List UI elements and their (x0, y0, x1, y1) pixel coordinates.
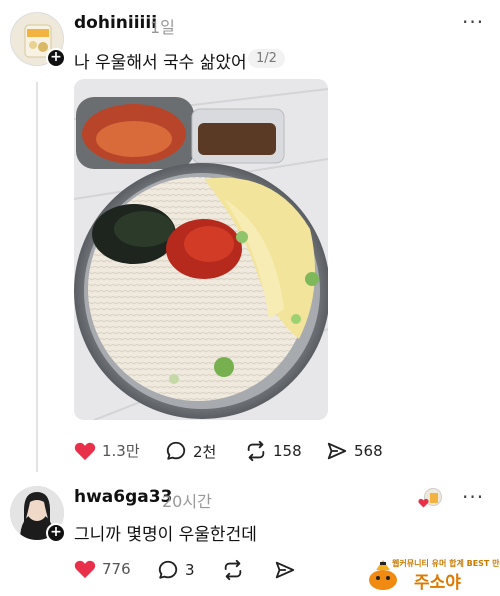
post-text: 나 우울해서 국수 삶았어 (74, 53, 247, 73)
reply-comment-count: 3 (185, 561, 195, 579)
heart-icon (74, 442, 96, 460)
site-watermark: 웹커뮤니티 유머 합계 BEST 만큼 주소야 (366, 556, 500, 593)
repost-icon (247, 440, 265, 462)
thread-line (36, 82, 38, 472)
like-count: 1.3만 (102, 442, 140, 460)
image-counter: 1/2 (248, 49, 285, 68)
repost-button[interactable]: 158 (245, 440, 302, 462)
reply-like-button[interactable]: 776 (74, 559, 131, 579)
comment-icon (158, 560, 178, 579)
send-icon (275, 561, 295, 579)
follow-plus-button[interactable]: + (46, 48, 66, 68)
reply-comment-button[interactable]: 3 (157, 559, 195, 581)
reply-text: 그니까 몇명이 우울한건데 (74, 525, 257, 545)
reply-like-count: 776 (102, 560, 131, 578)
watermark-name: 주소야 (414, 573, 461, 593)
post-image[interactable] (74, 79, 328, 420)
follow-plus-button[interactable]: + (46, 523, 66, 543)
comment-button[interactable]: 2천 (165, 440, 216, 462)
send-icon (327, 442, 347, 460)
reply-share-button[interactable] (274, 559, 296, 581)
comment-count: 2천 (193, 442, 217, 461)
author-liked-heart-icon (418, 498, 429, 508)
reply-time: 20시간 (162, 492, 212, 511)
comment-icon (166, 441, 186, 460)
post-username[interactable]: dohiniiiii (74, 13, 157, 33)
like-button[interactable]: 1.3만 (74, 440, 140, 461)
post-more-icon[interactable]: ··· (462, 10, 484, 34)
reply-repost-button[interactable] (222, 559, 244, 581)
share-count: 568 (354, 442, 383, 460)
heart-icon (74, 560, 96, 579)
repost-icon (224, 559, 242, 581)
noodle-bowl-photo (74, 79, 328, 420)
reply-more-icon[interactable]: ··· (462, 485, 484, 509)
share-button[interactable]: 568 (326, 440, 383, 462)
repost-count: 158 (273, 442, 302, 460)
reply-username[interactable]: hwa6ga33 (74, 487, 172, 507)
post-time: 1일 (150, 18, 175, 37)
